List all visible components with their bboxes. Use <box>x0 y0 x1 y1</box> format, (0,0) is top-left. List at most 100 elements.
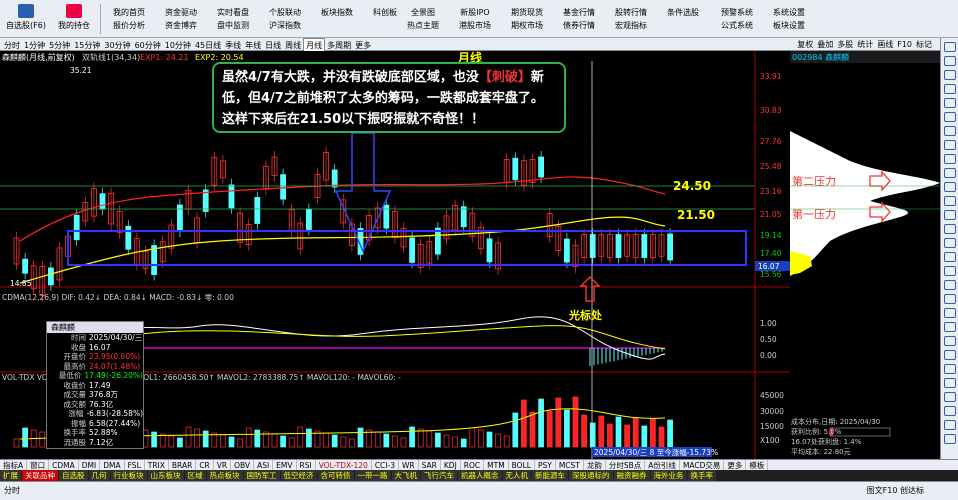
toolbar-group[interactable]: 新股IPO 港股市场 <box>450 6 500 36</box>
toolbar-item[interactable]: 资金博弈 <box>156 19 206 32</box>
tool-icon[interactable] <box>943 168 956 178</box>
tool-icon[interactable] <box>943 210 956 220</box>
toolbar-item[interactable]: 板块设置 <box>764 19 814 32</box>
sector-tag[interactable]: 一带一路 <box>354 470 391 481</box>
watchlist-button[interactable]: 自选股(F6) <box>4 2 48 36</box>
tool-icon[interactable] <box>943 112 956 122</box>
tool-icon[interactable] <box>943 364 956 374</box>
toolbar-item[interactable]: 沪深指数 <box>260 19 310 32</box>
tool-icon[interactable] <box>943 308 956 318</box>
toolbar-group[interactable]: 系统设置 板块设置 <box>764 6 814 36</box>
toolbar-item[interactable]: 盘中监测 <box>208 19 258 32</box>
toolbar-item[interactable]: 公式系统 <box>712 19 762 32</box>
toolbar-group[interactable]: 条件选股 <box>658 6 708 36</box>
sector-tag[interactable]: 扩展 <box>0 470 21 481</box>
period-tool[interactable]: 复权 <box>795 38 815 51</box>
toolbar-item[interactable]: 报价分析 <box>104 19 154 32</box>
toolbar-item[interactable]: 热点主题 <box>398 19 448 32</box>
sector-tag[interactable]: 无人机 <box>502 470 531 481</box>
sector-tag[interactable]: 机器人概念 <box>458 470 502 481</box>
tool-icon[interactable] <box>943 224 956 234</box>
tool-icon[interactable] <box>943 336 956 346</box>
quote-info-panel[interactable]: 森麒麟 时间 2025/04/30/三 收盘 16.07 开盘价 23.95(0.60%)… <box>46 321 144 449</box>
toolbar-item[interactable]: 股转行情 <box>606 6 656 19</box>
tool-icon[interactable] <box>943 252 956 262</box>
tool-icon[interactable] <box>943 42 956 52</box>
tool-icon[interactable] <box>943 56 956 66</box>
toolbar-item[interactable]: 条件选股 <box>658 6 708 19</box>
volume-axis-label: 30000 <box>760 407 784 416</box>
toolbar-item[interactable]: 系统设置 <box>764 6 814 19</box>
tool-icon[interactable] <box>943 280 956 290</box>
period-tool[interactable]: 标记 <box>914 38 934 51</box>
period-tool[interactable]: 统计 <box>855 38 875 51</box>
sector-tag[interactable]: 低空经济 <box>280 470 317 481</box>
toolbar-item[interactable]: 板块指数 <box>312 6 362 19</box>
sector-tag[interactable]: 大飞机 <box>391 470 420 481</box>
tool-icon[interactable] <box>943 266 956 276</box>
sector-tag[interactable]: 融资融券 <box>613 470 650 481</box>
toolbar-group[interactable]: 期货现货 期权市场 <box>502 6 552 36</box>
toolbar-item[interactable]: 宏观指标 <box>606 19 656 32</box>
sector-tag[interactable]: 换手率 <box>687 470 716 481</box>
period-tool[interactable]: 多股 <box>835 38 855 51</box>
sector-tag[interactable]: 新能源车 <box>532 470 568 481</box>
toolbar-group[interactable]: 实时看盘 盘中监测 <box>208 6 258 36</box>
toolbar-group[interactable]: 全景图 热点主题 <box>398 6 448 36</box>
toolbar-item[interactable]: 基金行情 <box>554 6 604 19</box>
period-tool[interactable]: 叠加 <box>815 38 835 51</box>
sector-tag[interactable]: 海外业务 <box>650 470 687 481</box>
tool-icon[interactable] <box>943 406 956 416</box>
tool-icon[interactable] <box>943 126 956 136</box>
sector-tag[interactable]: 行业板块 <box>110 470 147 481</box>
tool-icon[interactable] <box>943 294 956 304</box>
toolbar-item[interactable]: 全景图 <box>398 6 448 19</box>
tool-icon[interactable] <box>943 350 956 360</box>
tool-icon[interactable] <box>943 140 956 150</box>
tool-icon[interactable] <box>943 238 956 248</box>
toolbar-item[interactable]: 期货现货 <box>502 6 552 19</box>
tool-icon[interactable] <box>943 154 956 164</box>
period-tool[interactable]: F10 <box>895 38 914 51</box>
tool-icon[interactable] <box>943 84 956 94</box>
toolbar-item[interactable]: 港股市场 <box>450 19 500 32</box>
period-tool[interactable]: 画线 <box>875 38 895 51</box>
status-right[interactable]: 图文F10 创达标 <box>863 482 928 500</box>
sector-tag[interactable]: 关联品种 <box>22 470 58 481</box>
tool-icon[interactable] <box>943 196 956 206</box>
tool-icon[interactable] <box>943 378 956 388</box>
toolbar-item[interactable]: 期权市场 <box>502 19 552 32</box>
toolbar-item[interactable]: 我的首页 <box>104 6 154 19</box>
toolbar-item[interactable]: 资金驱动 <box>156 6 206 19</box>
toolbar-group[interactable]: 我的首页 报价分析 <box>104 6 154 36</box>
toolbar-group[interactable]: 资金驱动 资金博弈 <box>156 6 206 36</box>
status-left[interactable]: 分时 <box>0 486 24 495</box>
toolbar-group[interactable]: 个股联动 沪深指数 <box>260 6 310 36</box>
tool-icon[interactable] <box>943 98 956 108</box>
holdings-button[interactable]: 我的持仓 <box>52 2 96 36</box>
tool-icon[interactable] <box>943 182 956 192</box>
toolbar-group[interactable]: 基金行情 债券行情 <box>554 6 604 36</box>
sector-tag[interactable]: 含可转债 <box>317 470 354 481</box>
toolbar-item[interactable]: 债券行情 <box>554 19 604 32</box>
toolbar-item[interactable]: 预警系统 <box>712 6 762 19</box>
sector-tag[interactable]: 深股通标的 <box>569 470 613 481</box>
toolbar-group[interactable]: 股转行情 宏观指标 <box>606 6 656 36</box>
tool-icon[interactable] <box>943 434 956 444</box>
toolbar-group[interactable]: 板块指数 <box>312 6 362 36</box>
toolbar-item[interactable]: 实时看盘 <box>208 6 258 19</box>
sector-tag[interactable]: 区域 <box>184 470 206 481</box>
tool-icon[interactable] <box>943 70 956 80</box>
sector-tag[interactable]: 国防军工 <box>243 470 280 481</box>
toolbar-group[interactable]: 预警系统 公式系统 <box>712 6 762 36</box>
tool-icon[interactable] <box>943 420 956 430</box>
sector-tag[interactable]: 山东板块 <box>147 470 184 481</box>
sector-tag[interactable]: 飞行汽车 <box>421 470 457 481</box>
sector-tag[interactable]: 几何 <box>88 470 110 481</box>
sector-tag[interactable]: 热点板块 <box>206 470 243 481</box>
tool-icon[interactable] <box>943 322 956 332</box>
toolbar-item[interactable]: 新股IPO <box>450 6 500 19</box>
tool-icon[interactable] <box>943 392 956 402</box>
sector-tag[interactable]: 自选股 <box>59 470 88 481</box>
toolbar-item[interactable]: 个股联动 <box>260 6 310 19</box>
